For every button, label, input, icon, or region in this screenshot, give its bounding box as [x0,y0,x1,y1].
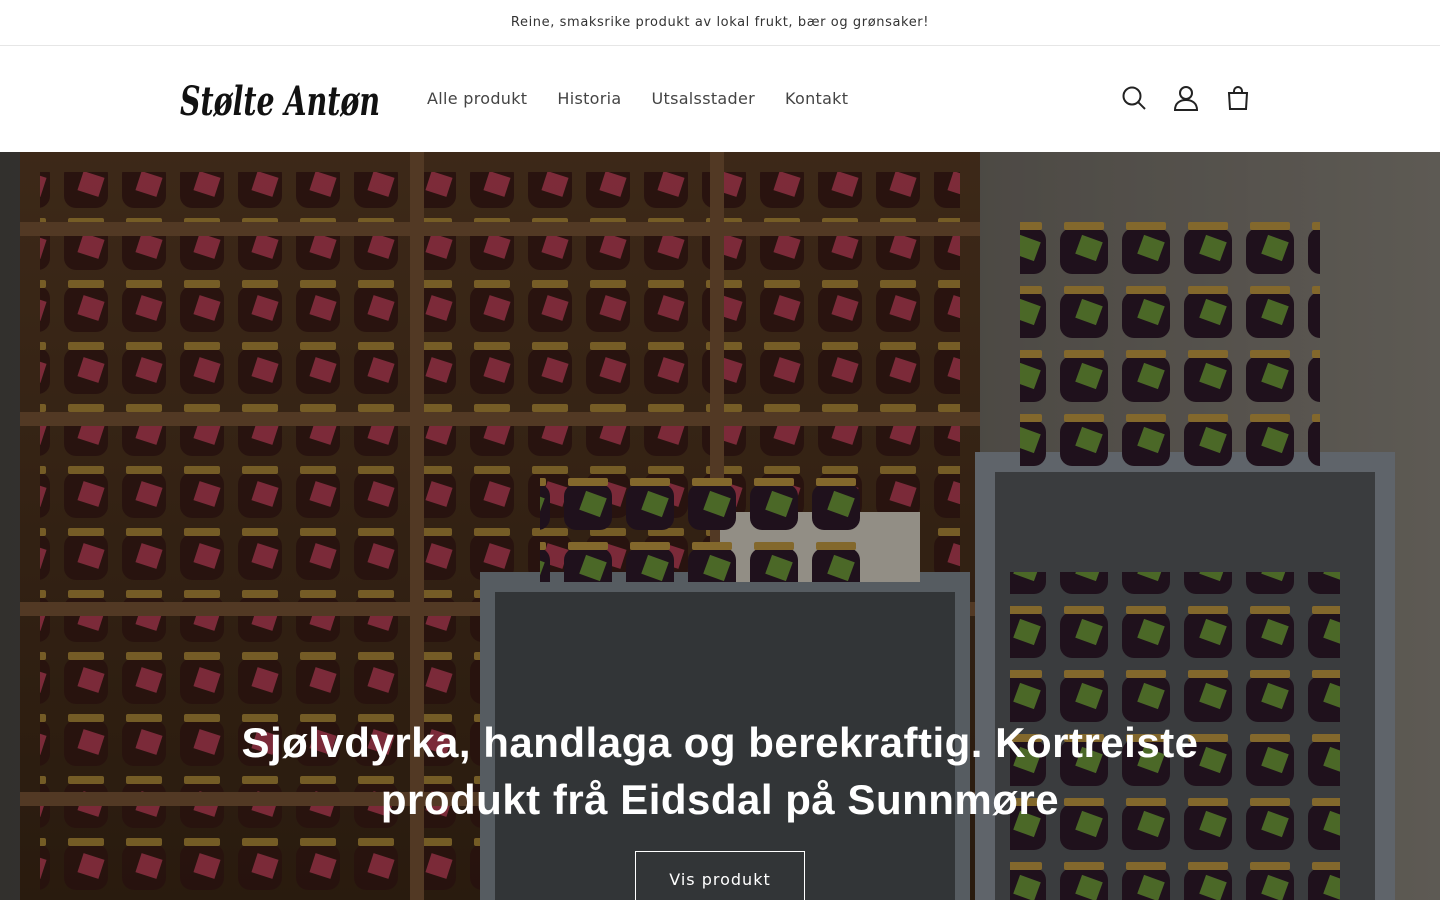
search-icon [1122,86,1146,110]
account-button[interactable] [1160,74,1212,122]
cart-button[interactable] [1212,74,1264,122]
header-icons [1108,74,1264,122]
account-icon [1173,86,1199,111]
nav-all-products[interactable]: Alle produkt [412,85,542,112]
announcement-text: Reine, smaksrike produkt av lokal frukt,… [510,15,930,30]
search-button[interactable] [1108,74,1160,122]
main-nav: Alle produkt Historia Utsalsstader Konta… [412,85,863,112]
nav-history[interactable]: Historia [542,85,636,112]
announcement-bar: Reine, smaksrike produkt av lokal frukt,… [0,0,1440,46]
brand-logo: Stølte Antøn [180,78,380,125]
logo-link[interactable]: Stølte Antøn [178,71,383,127]
svg-text:Stølte Antøn: Stølte Antøn [180,78,380,125]
hero-heading: Sjølvdyrka, handlaga og berekraftig. Kor… [241,719,1199,823]
view-products-button[interactable]: Vis produkt [635,851,805,900]
nav-contact[interactable]: Kontakt [770,85,863,112]
site-header: Stølte Antøn Alle produkt Historia Utsal… [0,47,1440,152]
cart-icon [1227,86,1249,110]
nav-stores[interactable]: Utsalsstader [636,85,770,112]
hero-banner: Sjølvdyrka, handlaga og berekraftig. Kor… [0,152,1440,900]
